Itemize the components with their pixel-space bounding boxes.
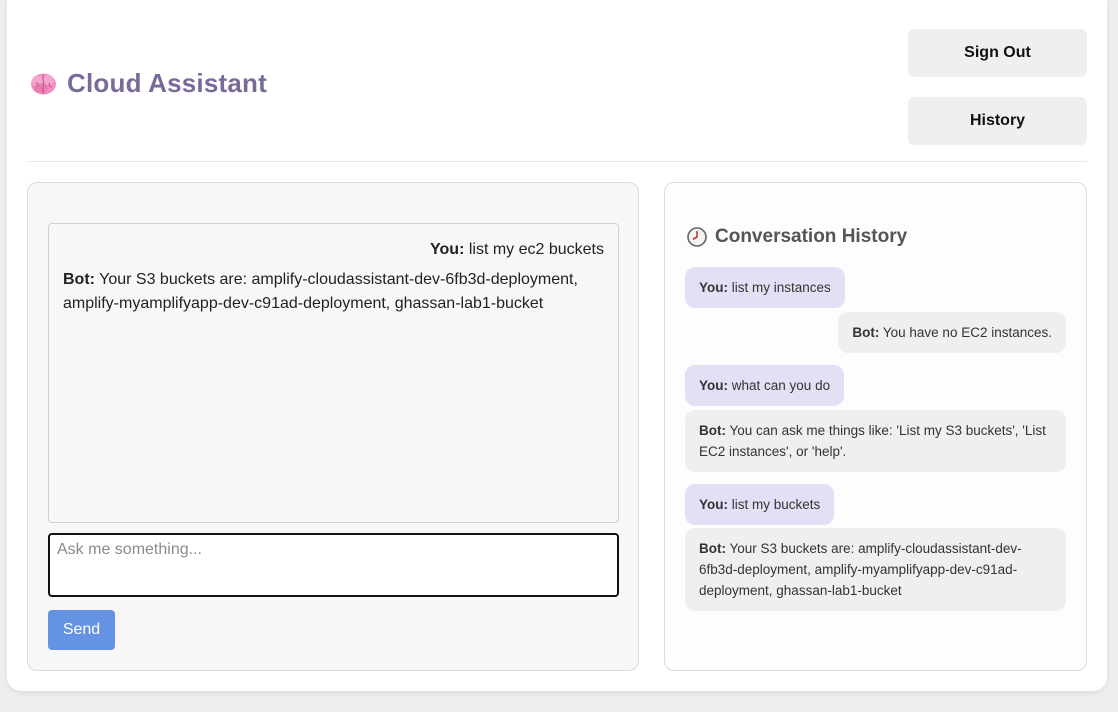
bot-message: Bot: Your S3 buckets are: amplify-clouda… [63,268,603,316]
history-panel: Conversation History You: list my instan… [664,182,1087,671]
history-item: You: what can you do [685,365,845,406]
header: Cloud Assistant Sign Out History [27,0,1087,162]
user-label: You: [430,241,465,258]
app-container: Cloud Assistant Sign Out History You: li… [7,0,1107,691]
history-text: You can ask me things like: 'List my S3 … [699,423,1046,459]
history-text: list my buckets [731,497,821,512]
bot-label: Bot: [63,271,95,288]
history-item: Bot: You can ask me things like: 'List m… [685,410,1066,472]
history-text: Your S3 buckets are: amplify-cloudassist… [699,541,1022,598]
history-text: list my instances [731,280,831,295]
app-title: Cloud Assistant [67,68,267,98]
history-role: You: [699,497,728,512]
history-item: You: list my buckets [685,484,835,525]
history-item: You: list my instances [685,267,845,308]
history-text: You have no EC2 instances. [882,325,1052,340]
clock-icon [687,227,707,247]
user-message: You: list my ec2 buckets [430,241,604,259]
user-message-text: list my ec2 buckets [468,241,604,258]
brain-icon [30,71,57,97]
history-role: Bot: [699,541,726,556]
brand: Cloud Assistant [30,68,267,99]
history-heading: Conversation History [687,226,907,248]
sign-out-button[interactable]: Sign Out [908,29,1087,77]
bot-message-text: Your S3 buckets are: amplify-cloudassist… [63,271,578,312]
history-button[interactable]: History [908,97,1087,145]
history-title: Conversation History [715,226,908,247]
message-input[interactable] [48,533,619,597]
history-role: Bot: [699,423,726,438]
chat-panel: You: list my ec2 buckets Bot: Your S3 bu… [27,182,639,671]
chat-messages[interactable]: You: list my ec2 buckets Bot: Your S3 bu… [48,223,619,523]
history-role: You: [699,280,728,295]
history-text: what can you do [731,378,831,393]
history-role: Bot: [852,325,880,340]
history-item: Bot: You have no EC2 instances. [838,312,1066,353]
history-role: You: [699,378,728,393]
history-item: Bot: Your S3 buckets are: amplify-clouda… [685,528,1066,611]
send-button[interactable]: Send [48,610,115,650]
